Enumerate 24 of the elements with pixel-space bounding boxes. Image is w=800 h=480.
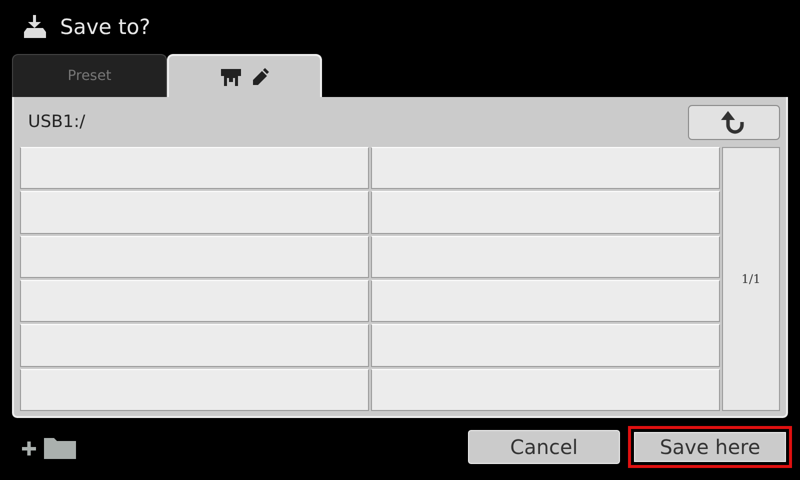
file-slot[interactable]: [371, 191, 720, 234]
plus-folder-icon: [22, 435, 76, 459]
file-slot[interactable]: [20, 324, 369, 367]
file-slot[interactable]: [20, 147, 369, 190]
tab[interactable]: Preset: [12, 54, 167, 97]
up-folder-button[interactable]: [688, 104, 780, 140]
download-icon: [22, 14, 48, 40]
file-slot[interactable]: [20, 236, 369, 278]
new-folder-button[interactable]: [22, 435, 76, 459]
folder-path: USB1:/: [28, 112, 86, 132]
page-indicator: 1/1: [722, 147, 780, 411]
file-slot[interactable]: [371, 324, 720, 367]
file-slot[interactable]: [20, 368, 369, 411]
file-slot[interactable]: [20, 191, 369, 234]
dialog-button[interactable]: Save here: [628, 426, 792, 468]
tab[interactable]: [167, 54, 322, 97]
file-slot[interactable]: [371, 236, 720, 278]
file-slot[interactable]: [371, 147, 720, 190]
piano-usb-icon: [218, 66, 270, 88]
file-slot[interactable]: [20, 280, 369, 322]
dialog-button[interactable]: Cancel: [468, 430, 620, 464]
file-slot[interactable]: [371, 280, 720, 322]
file-slot[interactable]: [371, 368, 720, 411]
dialog-title: Save to?: [60, 15, 150, 39]
